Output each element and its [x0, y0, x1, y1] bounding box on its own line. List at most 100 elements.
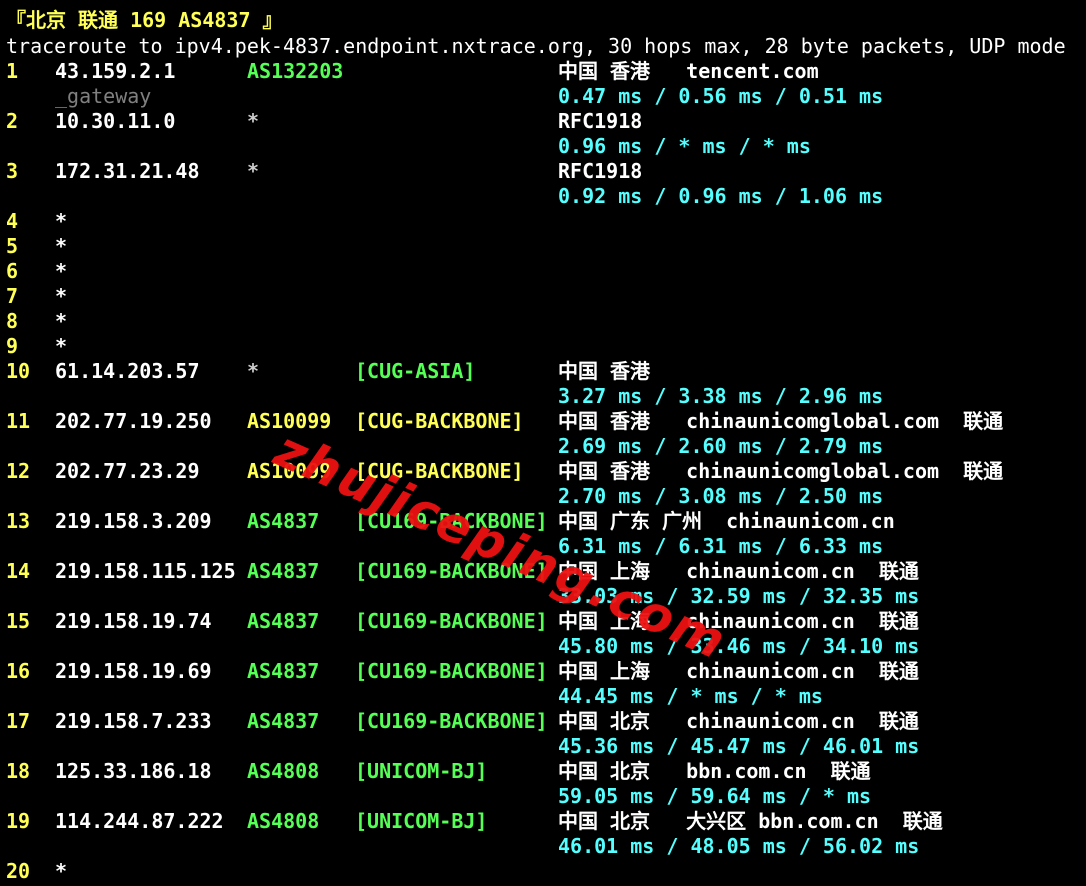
- hop-geo: 中国 上海 chinaunicom.cn 联通: [558, 559, 919, 583]
- hop-asn: AS4808: [247, 809, 320, 833]
- hop-geo: 中国 上海 chinaunicom.cn 联通: [558, 659, 919, 683]
- hop-detail-row: 59.05 ms / 59.64 ms / * ms: [0, 784, 1086, 809]
- hop-number: 4: [6, 209, 19, 233]
- hop-row: 9 *: [0, 334, 1086, 359]
- hop-row: 11 202.77.19.250 AS10099 [CUG-BACKBONE] 中国 香…: [0, 409, 1086, 434]
- hop-ip: *: [55, 309, 68, 333]
- hop-asn: *: [247, 359, 260, 383]
- hop-rtt: 6.31 ms / 6.31 ms / 6.33 ms: [558, 534, 884, 558]
- hop-geo: 中国 北京 bbn.com.cn 联通: [558, 759, 871, 783]
- hop-number: 11: [6, 409, 31, 433]
- hop-network-tag: [CU169-BACKBONE]: [355, 709, 548, 733]
- hop-ip: *: [55, 234, 68, 258]
- hop-number: 3: [6, 159, 19, 183]
- hop-asn: AS10099: [247, 459, 332, 483]
- hop-geo: 中国 北京 chinaunicom.cn 联通: [558, 709, 919, 733]
- hop-row: 1 43.159.2.1 AS132203 中国 香港 tencent.com: [0, 59, 1086, 84]
- hop-row: 3 172.31.21.48 * RFC1918: [0, 159, 1086, 184]
- hop-row: 20 *: [0, 859, 1086, 884]
- hop-ip: *: [55, 284, 68, 308]
- hop-row: 13 219.158.3.209 AS4837 [CU169-BACKBONE] 中国 …: [0, 509, 1086, 534]
- hop-row: 17 219.158.7.233 AS4837 [CU169-BACKBONE] 中国 …: [0, 709, 1086, 734]
- hop-asn: AS4837: [247, 609, 320, 633]
- hop-rtt: 2.70 ms / 3.08 ms / 2.50 ms: [558, 484, 884, 508]
- hop-row: 19 114.244.87.222 AS4808 [UNICOM-BJ] 中国 北京 大…: [0, 809, 1086, 834]
- hop-ip: 219.158.19.69: [55, 659, 212, 683]
- hop-detail-row: 6.31 ms / 6.31 ms / 6.33 ms: [0, 534, 1086, 559]
- hop-row: 14 219.158.115.125 AS4837 [CU169-BACKBONE] 中…: [0, 559, 1086, 584]
- hop-hostname: _gateway: [55, 84, 152, 108]
- hop-detail-row: 0.96 ms / * ms / * ms: [0, 134, 1086, 159]
- hop-row: 5 *: [0, 234, 1086, 259]
- hop-ip: *: [55, 859, 68, 883]
- hop-detail-row: 2.70 ms / 3.08 ms / 2.50 ms: [0, 484, 1086, 509]
- hop-number: 20: [6, 859, 31, 883]
- hop-asn: AS10099: [247, 409, 332, 433]
- hop-network-tag: [CUG-BACKBONE]: [355, 409, 524, 433]
- hop-asn: AS4808: [247, 759, 320, 783]
- hop-number: 7: [6, 284, 19, 308]
- hop-geo: 中国 香港 chinaunicomglobal.com 联通: [558, 459, 1004, 483]
- hop-detail-row: 2.69 ms / 2.60 ms / 2.79 ms: [0, 434, 1086, 459]
- hop-row: 7 *: [0, 284, 1086, 309]
- hop-ip: *: [55, 334, 68, 358]
- hop-row: 8 *: [0, 309, 1086, 334]
- hop-ip: 172.31.21.48: [55, 159, 200, 183]
- hop-ip: 43.159.2.1: [55, 59, 176, 83]
- hop-ip: 219.158.7.233: [55, 709, 212, 733]
- hop-geo: 中国 上海 chinaunicom.cn 联通: [558, 609, 919, 633]
- hop-number: 13: [6, 509, 31, 533]
- hop-ip: 125.33.186.18: [55, 759, 212, 783]
- hop-rtt: 46.01 ms / 48.05 ms / 56.02 ms: [558, 834, 920, 858]
- hop-detail-row: 33.03 ms / 32.59 ms / 32.35 ms: [0, 584, 1086, 609]
- hop-rtt: 0.96 ms / * ms / * ms: [558, 134, 811, 158]
- hop-number: 18: [6, 759, 31, 783]
- hop-row: 18 125.33.186.18 AS4808 [UNICOM-BJ] 中国 北京 bb…: [0, 759, 1086, 784]
- traceroute-command: traceroute to ipv4.pek-4837.endpoint.nxt…: [6, 34, 1066, 58]
- hop-rtt: 59.05 ms / 59.64 ms / * ms: [558, 784, 872, 808]
- hop-asn: *: [247, 159, 260, 183]
- hop-geo: 中国 香港 tencent.com: [558, 59, 819, 83]
- hop-rtt: 33.03 ms / 32.59 ms / 32.35 ms: [558, 584, 920, 608]
- hop-asn: AS4837: [247, 659, 320, 683]
- trace-title: 『北京 联通 169 AS4837 』: [6, 8, 283, 32]
- hop-rtt: 44.45 ms / * ms / * ms: [558, 684, 823, 708]
- title-line: 『北京 联通 169 AS4837 』: [0, 8, 1086, 33]
- hop-ip: *: [55, 209, 68, 233]
- hop-network-tag: [CU169-BACKBONE]: [355, 559, 548, 583]
- hop-row: 12 202.77.23.29 AS10099 [CUG-BACKBONE] 中国 香港…: [0, 459, 1086, 484]
- hop-asn: AS4837: [247, 709, 320, 733]
- hop-number: 19: [6, 809, 31, 833]
- hop-ip: *: [55, 259, 68, 283]
- hop-network-tag: [CUG-BACKBONE]: [355, 459, 524, 483]
- hop-rtt: 0.92 ms / 0.96 ms / 1.06 ms: [558, 184, 884, 208]
- hop-ip: 114.244.87.222: [55, 809, 224, 833]
- hop-geo: 中国 香港 chinaunicomglobal.com 联通: [558, 409, 1004, 433]
- hop-number: 14: [6, 559, 31, 583]
- hop-detail-row: 0.92 ms / 0.96 ms / 1.06 ms: [0, 184, 1086, 209]
- hop-number: 6: [6, 259, 19, 283]
- hop-ip: 219.158.115.125: [55, 559, 236, 583]
- hop-geo: RFC1918: [558, 109, 643, 133]
- hop-number: 15: [6, 609, 31, 633]
- hop-detail-row: 46.01 ms / 48.05 ms / 56.02 ms: [0, 834, 1086, 859]
- hop-detail-row: 45.80 ms / 33.46 ms / 34.10 ms: [0, 634, 1086, 659]
- hop-rtt: 0.47 ms / 0.56 ms / 0.51 ms: [558, 84, 884, 108]
- hop-number: 12: [6, 459, 31, 483]
- hop-ip: 202.77.23.29: [55, 459, 200, 483]
- hop-detail-row: 3.27 ms / 3.38 ms / 2.96 ms: [0, 384, 1086, 409]
- hop-row: 15 219.158.19.74 AS4837 [CU169-BACKBONE] 中国 …: [0, 609, 1086, 634]
- command-line: traceroute to ipv4.pek-4837.endpoint.nxt…: [0, 34, 1086, 59]
- hop-number: 5: [6, 234, 19, 258]
- hop-number: 2: [6, 109, 19, 133]
- hop-asn: *: [247, 109, 260, 133]
- hop-row: 6 *: [0, 259, 1086, 284]
- hop-number: 10: [6, 359, 31, 383]
- terminal-window[interactable]: 『北京 联通 169 AS4837 』 traceroute to ipv4.p…: [0, 0, 1086, 886]
- hop-geo: 中国 北京 大兴区 bbn.com.cn 联通: [558, 809, 943, 833]
- hop-network-tag: [CUG-ASIA]: [355, 359, 476, 383]
- hop-number: 9: [6, 334, 19, 358]
- hop-asn: AS132203: [247, 59, 344, 83]
- hop-rtt: 45.36 ms / 45.47 ms / 46.01 ms: [558, 734, 920, 758]
- hop-ip: 202.77.19.250: [55, 409, 212, 433]
